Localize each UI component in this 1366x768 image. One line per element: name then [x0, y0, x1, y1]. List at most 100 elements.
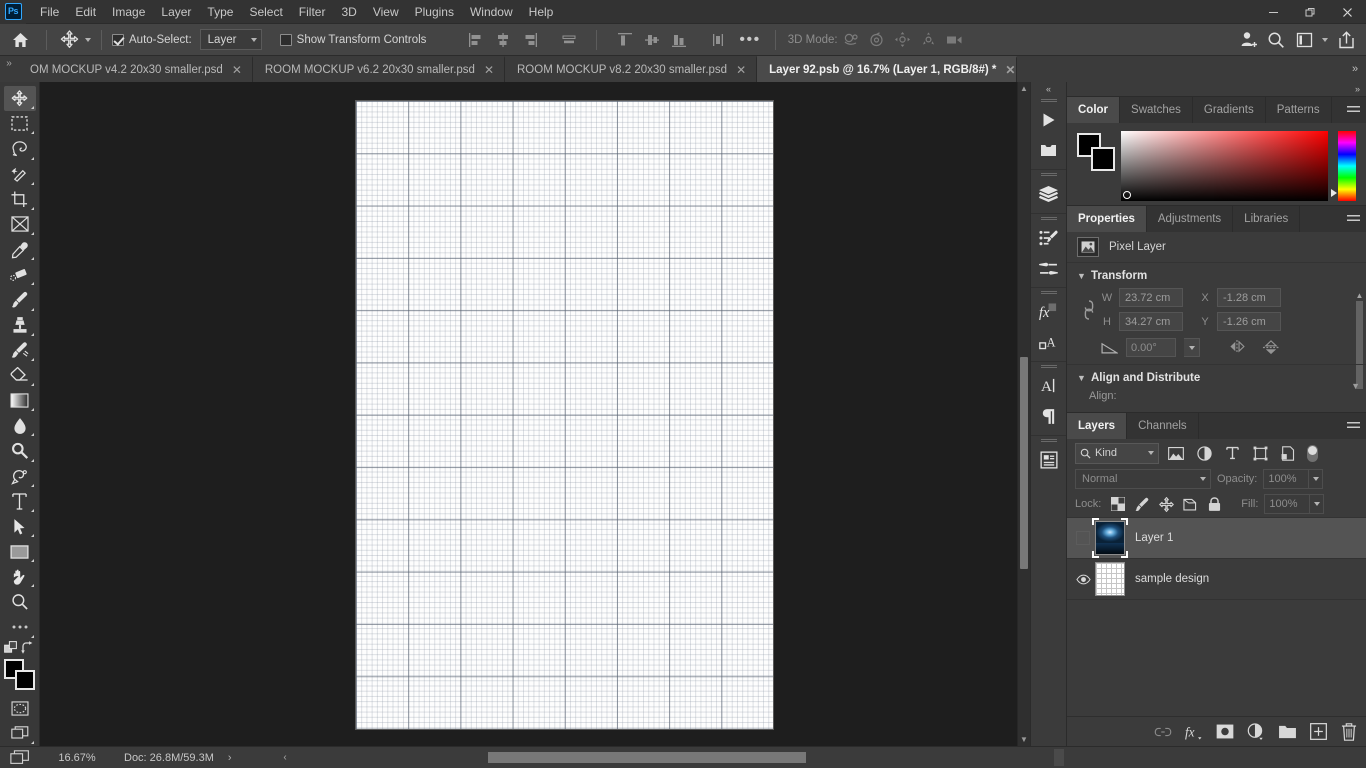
- new-group-icon[interactable]: [1276, 720, 1298, 744]
- smart-object-filter-icon[interactable]: [1277, 442, 1299, 464]
- character-styles-icon[interactable]: A: [1033, 327, 1065, 357]
- panel-grip-icon[interactable]: [1040, 365, 1057, 369]
- x-input[interactable]: -1.28 cm: [1217, 288, 1281, 307]
- canvas-vertical-scrollbar[interactable]: ▲ ▼: [1017, 82, 1030, 746]
- properties-panel-menu-icon[interactable]: [1340, 206, 1366, 232]
- add-layer-style-icon[interactable]: fx: [1183, 720, 1205, 744]
- align-vertical-centers-button[interactable]: [638, 27, 665, 53]
- tool-clone-stamp[interactable]: [4, 313, 36, 338]
- workspace-icon[interactable]: [1290, 26, 1318, 54]
- angle-input[interactable]: 0.00°: [1126, 338, 1176, 357]
- auto-select-group[interactable]: Auto-Select:: [112, 33, 192, 46]
- home-button[interactable]: [0, 24, 40, 56]
- shape-filter-icon[interactable]: [1249, 442, 1271, 464]
- color-panel-background-swatch[interactable]: [1091, 147, 1115, 171]
- y-input[interactable]: -1.26 cm: [1217, 312, 1281, 331]
- close-window-button[interactable]: [1329, 0, 1366, 24]
- menu-help[interactable]: Help: [521, 0, 562, 24]
- align-middle-button[interactable]: [555, 27, 582, 53]
- close-tab-icon[interactable]: ✕: [736, 64, 746, 76]
- document-canvas[interactable]: [356, 101, 773, 729]
- maximize-restore-button[interactable]: [1292, 0, 1329, 24]
- tab-swatches[interactable]: Swatches: [1120, 97, 1193, 123]
- tool-object-selection[interactable]: [4, 162, 36, 187]
- scroll-up-arrow-icon[interactable]: ▲: [1018, 82, 1030, 95]
- default-colors-icon[interactable]: [4, 640, 18, 655]
- menu-plugins[interactable]: Plugins: [407, 0, 462, 24]
- 3d-roll-icon[interactable]: [864, 27, 890, 53]
- tool-rectangle[interactable]: [4, 539, 36, 564]
- link-layers-icon[interactable]: [1152, 720, 1174, 744]
- align-right-edges-button[interactable]: [516, 27, 543, 53]
- export-share-icon[interactable]: [1332, 26, 1360, 54]
- 3d-orbit-icon[interactable]: [838, 27, 864, 53]
- filter-kind-dropdown[interactable]: Kind: [1075, 442, 1159, 464]
- tab-channels[interactable]: Channels: [1127, 413, 1199, 439]
- new-layer-icon[interactable]: [1307, 720, 1329, 744]
- layer-comps-icon[interactable]: [1033, 179, 1065, 209]
- menu-3d[interactable]: 3D: [333, 0, 364, 24]
- panels-collapse-icon[interactable]: »: [1355, 84, 1360, 94]
- align-left-edges-button[interactable]: [462, 27, 489, 53]
- delete-layer-icon[interactable]: [1338, 720, 1360, 744]
- history-icon[interactable]: [1033, 135, 1065, 165]
- close-tab-icon[interactable]: ✕: [1005, 64, 1015, 76]
- layer-row-2[interactable]: sample design: [1067, 559, 1366, 600]
- align-bottom-edges-button[interactable]: [665, 27, 692, 53]
- zoom-level-field[interactable]: 16.67%: [40, 752, 114, 764]
- canvas-horizontal-scrollbar[interactable]: ‹ ›: [278, 749, 1066, 766]
- opacity-input[interactable]: 100%: [1263, 469, 1310, 489]
- lock-image-pixels-icon[interactable]: [1131, 493, 1153, 515]
- status-expand-arrow-icon[interactable]: ›: [228, 752, 232, 764]
- transform-section-header[interactable]: ▼ Transform: [1067, 268, 1366, 286]
- canvas-area[interactable]: ▲ ▼: [40, 82, 1030, 746]
- 3d-pan-icon[interactable]: [890, 27, 916, 53]
- tab-patterns[interactable]: Patterns: [1265, 97, 1332, 123]
- brushes-icon[interactable]: [1033, 253, 1065, 283]
- quick-mask-mode-button[interactable]: [4, 696, 36, 721]
- tool-edit-toolbar[interactable]: [4, 615, 36, 640]
- lock-transparent-pixels-icon[interactable]: [1107, 493, 1129, 515]
- search-icon[interactable]: [1262, 26, 1290, 54]
- 3d-slide-icon[interactable]: [916, 27, 942, 53]
- tool-move[interactable]: [3, 86, 36, 112]
- layer-thumbnail[interactable]: [1092, 518, 1128, 558]
- close-tab-icon[interactable]: ✕: [484, 64, 494, 76]
- menu-image[interactable]: Image: [104, 0, 153, 24]
- fill-dropdown-icon[interactable]: [1310, 494, 1325, 514]
- tool-eraser[interactable]: [4, 363, 36, 388]
- layer-visibility-toggle[interactable]: [1071, 574, 1095, 585]
- background-color-swatch[interactable]: [14, 669, 35, 690]
- align-distribute-header[interactable]: ▼ Align and Distribute: [1067, 370, 1366, 388]
- auto-select-scope-dropdown[interactable]: Layer: [199, 29, 262, 50]
- chevron-down-icon[interactable]: ▼: [1077, 373, 1091, 383]
- tool-gradient[interactable]: [4, 388, 36, 413]
- lock-all-icon[interactable]: [1203, 493, 1225, 515]
- menu-select[interactable]: Select: [241, 0, 290, 24]
- menu-type[interactable]: Type: [199, 0, 241, 24]
- tool-blur[interactable]: [4, 413, 36, 438]
- link-wh-icon[interactable]: [1077, 299, 1101, 320]
- align-top-edges-button[interactable]: [611, 27, 638, 53]
- layer-name-label[interactable]: sample design: [1135, 573, 1209, 585]
- flip-horizontal-icon[interactable]: [1228, 339, 1248, 356]
- hue-slider[interactable]: [1331, 131, 1356, 201]
- show-transform-checkbox[interactable]: [279, 33, 292, 46]
- tool-hand[interactable]: [4, 564, 36, 589]
- tool-lasso[interactable]: [4, 136, 36, 161]
- more-align-options-button[interactable]: •••: [731, 31, 768, 47]
- tool-spot-healing-brush[interactable]: [4, 262, 36, 287]
- color-panel-swatches[interactable]: [1077, 133, 1121, 173]
- layer-name-label[interactable]: Layer 1: [1135, 532, 1173, 544]
- tab-gradients[interactable]: Gradients: [1192, 97, 1266, 123]
- tool-rectangular-marquee[interactable]: [4, 111, 36, 136]
- menu-file[interactable]: File: [32, 0, 67, 24]
- distribute-horizontal-button[interactable]: [704, 27, 731, 53]
- pixel-filter-icon[interactable]: [1165, 442, 1187, 464]
- color-spectrum-field[interactable]: [1121, 131, 1328, 201]
- swap-colors-icon[interactable]: [21, 640, 35, 655]
- minimize-button[interactable]: [1255, 0, 1292, 24]
- active-tool-move[interactable]: [53, 27, 95, 53]
- close-tab-icon[interactable]: ✕: [232, 64, 242, 76]
- auto-select-checkbox[interactable]: [112, 33, 124, 46]
